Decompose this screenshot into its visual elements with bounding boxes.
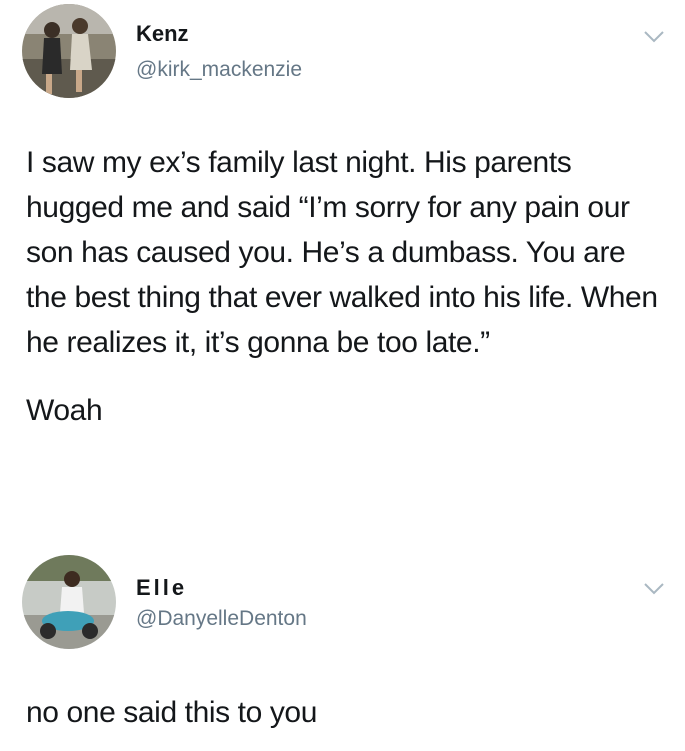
profile-photo-icon: [22, 555, 116, 649]
user-handle[interactable]: @DanyelleDenton: [136, 607, 307, 631]
chevron-down-icon[interactable]: [643, 30, 665, 44]
avatar[interactable]: [22, 4, 116, 98]
profile-photo-icon: [22, 4, 116, 98]
display-name[interactable]: Kenz: [136, 21, 189, 47]
user-handle[interactable]: @kirk_mackenzie: [136, 58, 302, 82]
tweet-text: I saw my ex’s family last night. His par…: [26, 140, 666, 433]
tweet-text: no one said this to you: [26, 696, 318, 729]
avatar[interactable]: [22, 555, 116, 649]
tweet: Kenz @kirk_mackenzie I saw my ex’s famil…: [0, 0, 685, 545]
reply-tweet: Elle @DanyelleDenton no one said this to…: [0, 548, 685, 751]
tweet-paragraph: Woah: [26, 394, 103, 427]
tweet-paragraph: I saw my ex’s family last night. His par…: [26, 146, 658, 359]
chevron-down-icon[interactable]: [643, 582, 665, 596]
display-name[interactable]: Elle: [136, 575, 187, 601]
